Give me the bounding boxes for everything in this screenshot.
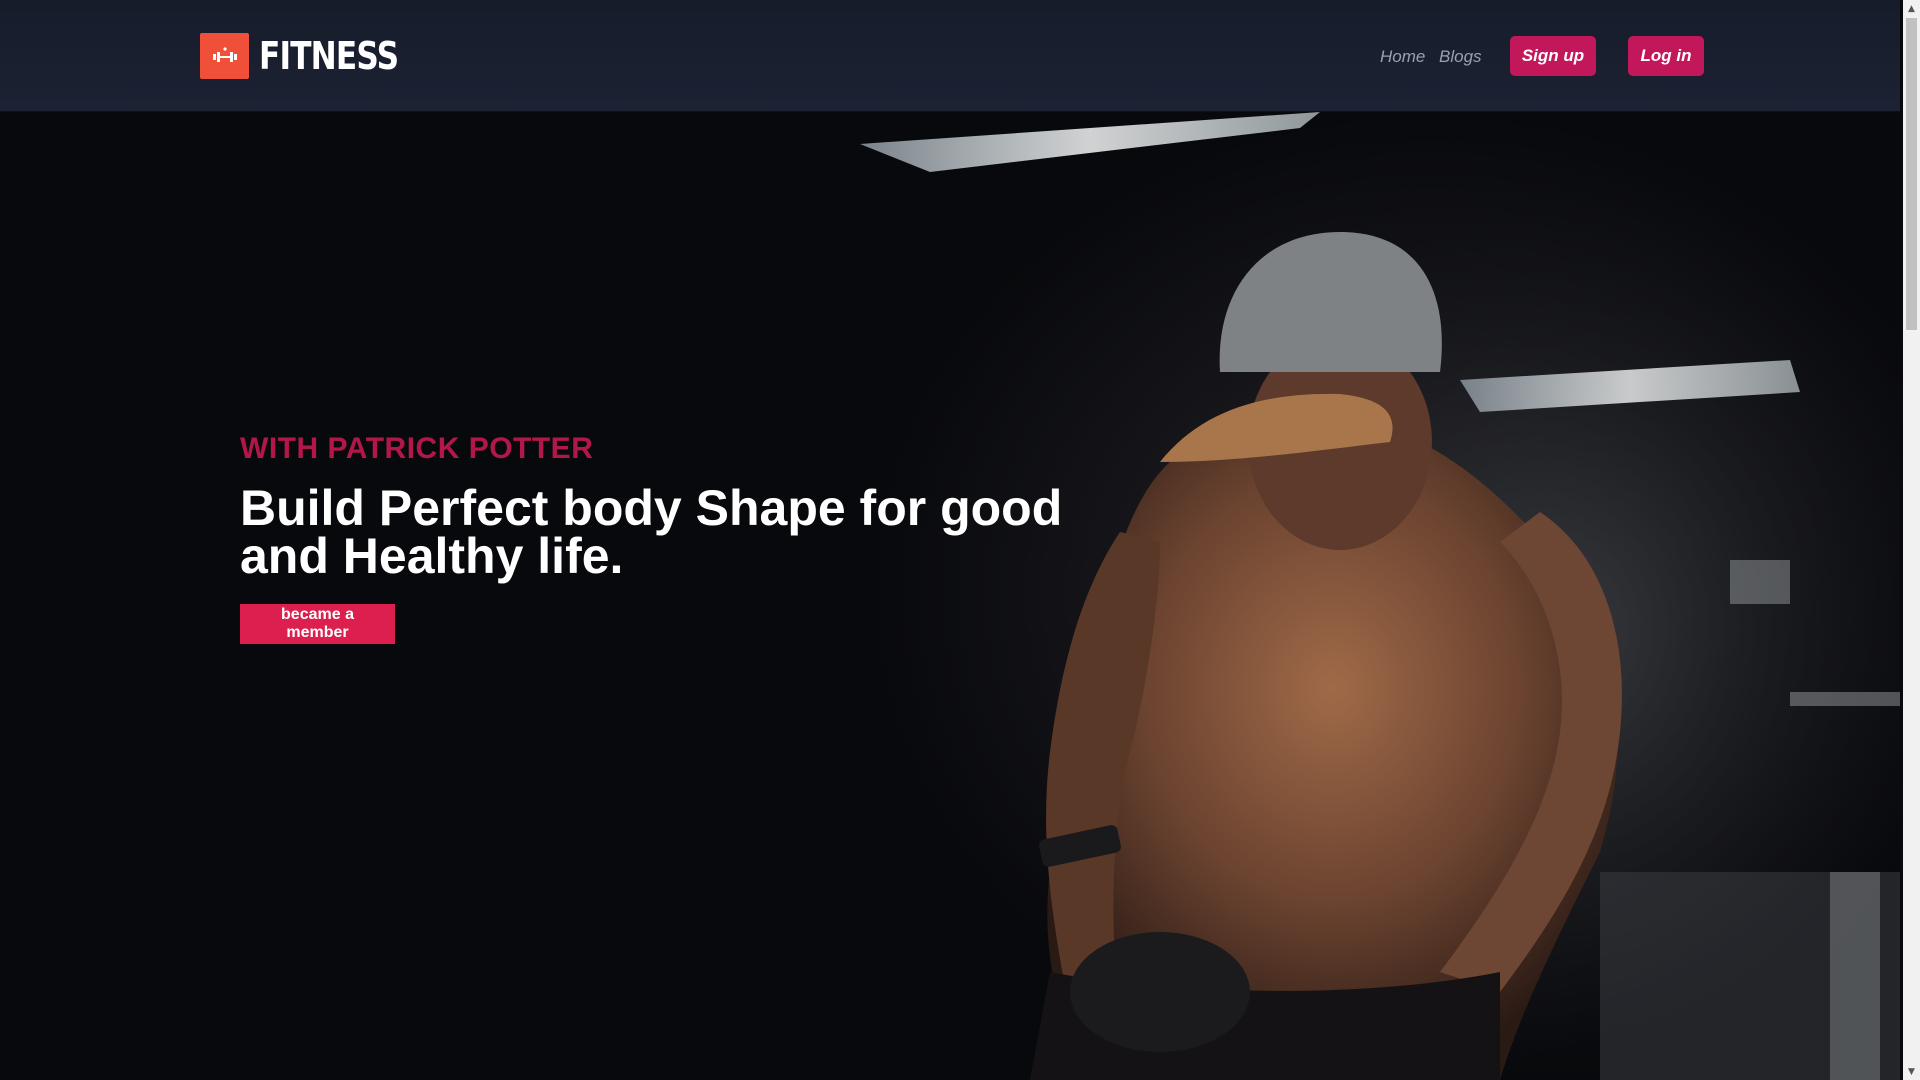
become-member-button[interactable]: became a member: [240, 604, 395, 644]
brand-name: FITNESS: [259, 34, 399, 78]
hero-title: Build Perfect body Shape for good and He…: [240, 480, 1063, 584]
hero-content: WITH PATRICK POTTER Build Perfect body S…: [240, 432, 1070, 644]
brand-logo[interactable]: FITNESS: [200, 33, 429, 79]
login-button[interactable]: Log in: [1628, 36, 1704, 76]
hero-section: WITH PATRICK POTTER Build Perfect body S…: [0, 112, 1900, 1080]
nav-link-blogs[interactable]: Blogs: [1439, 47, 1482, 67]
scroll-down-arrow-icon[interactable]: ▼: [1903, 1063, 1920, 1080]
scrollbar-thumb[interactable]: [1906, 18, 1917, 330]
hero-subtitle: WITH PATRICK POTTER: [240, 432, 594, 465]
page: FITNESS Home Blogs Sign up Log in WITH P…: [0, 0, 1900, 1080]
navbar: FITNESS Home Blogs Sign up Log in: [0, 0, 1900, 112]
scroll-up-arrow-icon[interactable]: ▲: [1903, 0, 1920, 17]
signup-button[interactable]: Sign up: [1510, 36, 1596, 76]
vertical-scrollbar[interactable]: ▲ ▼: [1903, 0, 1920, 1080]
nav-link-home[interactable]: Home: [1380, 47, 1425, 67]
dumbbell-icon: [200, 33, 249, 79]
